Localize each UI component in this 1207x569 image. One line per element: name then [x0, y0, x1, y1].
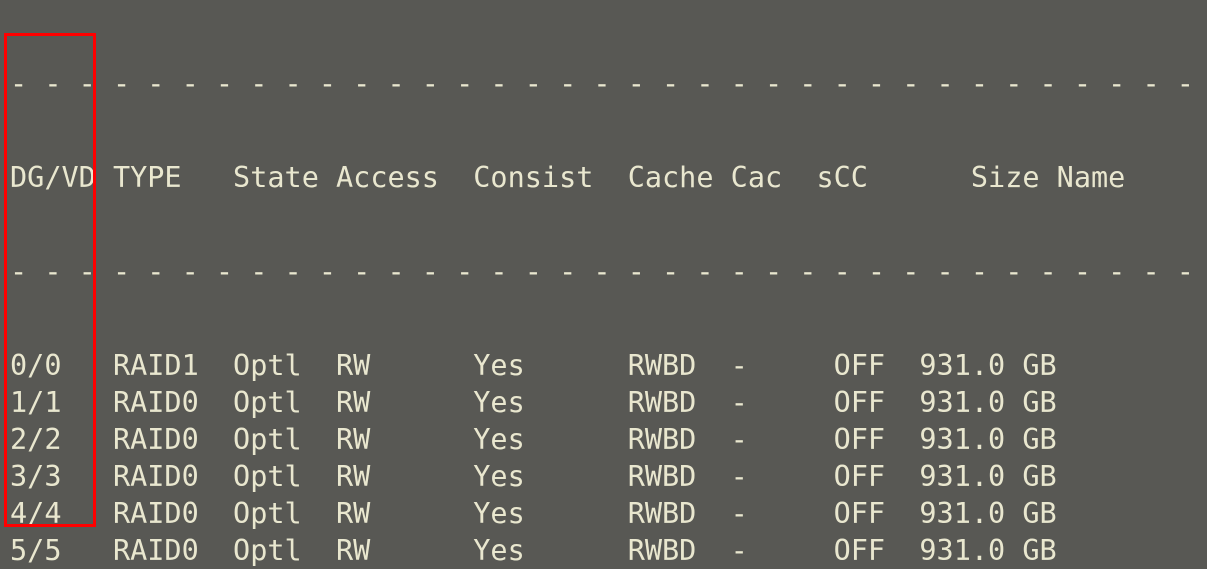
table-row: 1/1 RAID0 Optl RW Yes RWBD - OFF 931.0 G…	[10, 384, 1197, 421]
separator-line: - - - - - - - - - - - - - - - - - - - - …	[10, 253, 1197, 290]
table-row: 4/4 RAID0 Optl RW Yes RWBD - OFF 931.0 G…	[10, 495, 1197, 532]
terminal-output: - - - - - - - - - - - - - - - - - - - - …	[0, 0, 1207, 569]
separator-line: - - - - - - - - - - - - - - - - - - - - …	[10, 65, 1197, 102]
table-row: 5/5 RAID0 Optl RW Yes RWBD - OFF 931.0 G…	[10, 532, 1197, 569]
table-row: 3/3 RAID0 Optl RW Yes RWBD - OFF 931.0 G…	[10, 458, 1197, 495]
table-header-row: DG/VD TYPE State Access Consist Cache Ca…	[10, 159, 1197, 196]
table-row: 0/0 RAID1 Optl RW Yes RWBD - OFF 931.0 G…	[10, 347, 1197, 384]
table-body: 0/0 RAID1 Optl RW Yes RWBD - OFF 931.0 G…	[10, 347, 1197, 569]
table-row: 2/2 RAID0 Optl RW Yes RWBD - OFF 931.0 G…	[10, 421, 1197, 458]
